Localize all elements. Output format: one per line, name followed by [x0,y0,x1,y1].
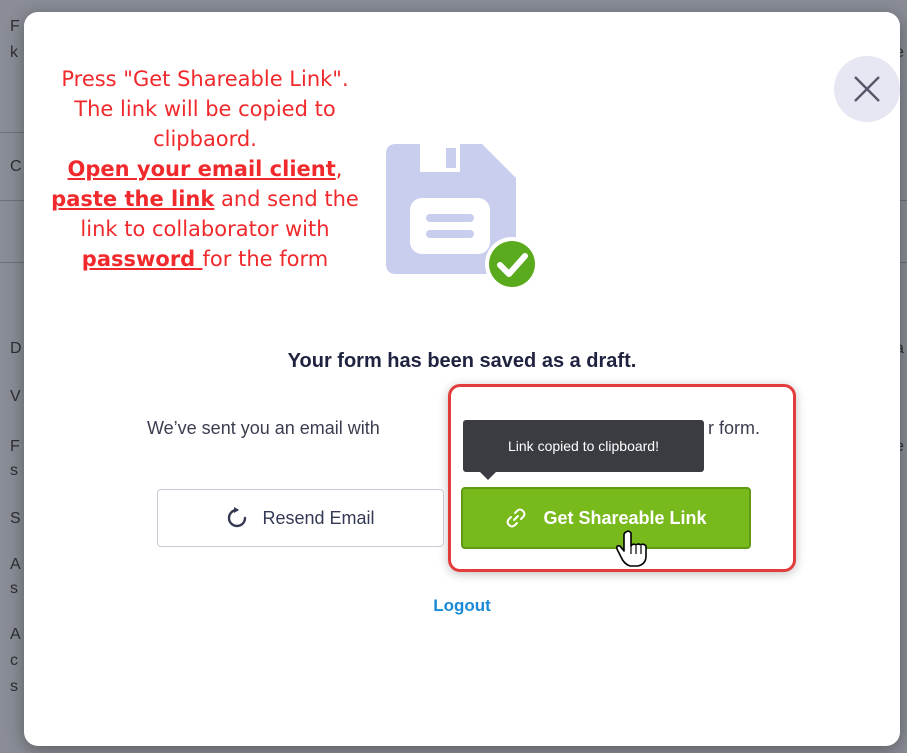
logout-link[interactable]: Logout [24,596,900,616]
bg-divider [0,262,26,263]
annotation-text: for the form [202,247,329,271]
bg-letter: c [10,652,18,669]
bg-letter: k [10,44,18,61]
checkmark-icon [485,237,539,291]
bg-divider [0,200,26,201]
link-icon [506,508,526,528]
bg-letter: s [10,678,18,695]
get-shareable-link-button[interactable]: Get Shareable Link [461,487,751,549]
annotation-emphasis: password [81,247,203,271]
resend-email-label: Resend Email [262,507,375,528]
bg-letter: A [10,626,21,643]
bg-divider [0,132,26,133]
refresh-icon [228,507,247,528]
instruction-annotation: Press "Get Shareable Link". The link wil… [40,64,370,274]
draft-saved-illustration [386,144,539,291]
bg-letter: S [10,510,21,527]
draft-saved-modal: Press "Get Shareable Link". The link wil… [24,12,900,746]
bg-letter: V [10,388,21,405]
tooltip-text: Link copied to clipboard! [508,438,659,454]
bg-letter: C [10,158,22,175]
bg-letter: s [10,580,18,597]
annotation-emphasis: Open your email client [67,157,336,181]
bg-letter: F [10,18,20,35]
bg-letter: F [10,438,20,455]
copied-tooltip: Link copied to clipboard! [463,420,704,472]
annotation-text: , [335,157,343,181]
bg-letter: s [10,462,18,479]
resend-email-button[interactable]: Resend Email [157,489,444,547]
background-left-text: F k C D V F s S A s A c s [0,0,26,753]
close-icon [854,76,880,102]
bg-letter: A [10,556,21,573]
bg-letter: D [10,340,22,357]
get-shareable-link-label: Get Shareable Link [543,507,707,528]
close-button[interactable] [834,56,900,122]
hand-cursor-icon [616,530,647,567]
annotation-text: Press "Get Shareable Link". The link wil… [61,67,349,151]
modal-headline: Your form has been saved as a draft. [287,350,637,372]
annotation-emphasis: paste the link [51,187,215,211]
tooltip-arrow [480,472,496,480]
email-sent-text: We’ve sent you an email with [147,418,380,438]
